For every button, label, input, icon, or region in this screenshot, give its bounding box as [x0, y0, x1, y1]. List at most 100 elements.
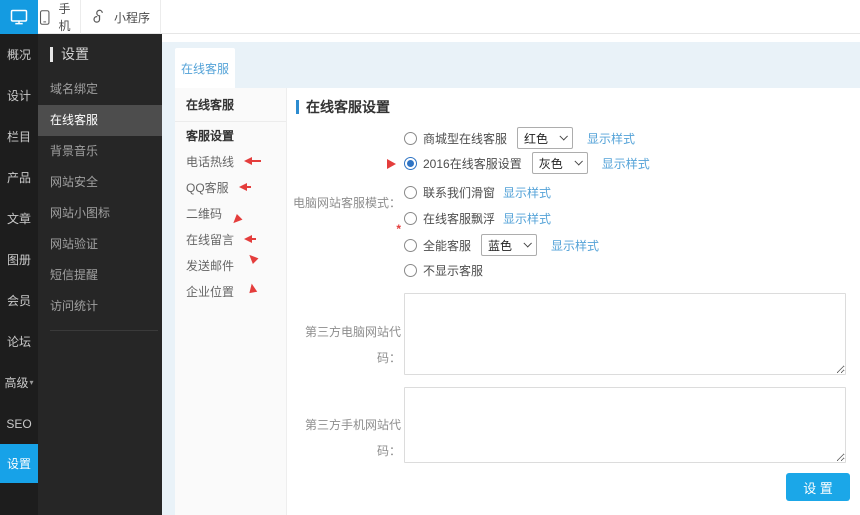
red-up-left-arrow-icon	[246, 251, 259, 265]
color-select-mall[interactable]: 红色	[517, 127, 574, 149]
radio-contact-slide[interactable]	[404, 185, 417, 199]
rail-item-overview[interactable]: 概况	[0, 34, 38, 75]
mobile-code-label: 第三方手机网站代码：	[304, 418, 401, 458]
content-area: 在线客服 在线客服 客服设置 电话热线 QQ客服 二维码 在线留言 发送邮件 企…	[162, 34, 860, 515]
rail-item-forum[interactable]: 论坛	[0, 321, 38, 362]
header-accent-bar	[50, 46, 53, 62]
rail-item-design[interactable]: 设计	[0, 75, 38, 116]
radio-hide-service-label: 不显示客服	[423, 263, 484, 278]
radio-almighty-service[interactable]	[404, 238, 417, 252]
mobile-version-tab[interactable]: 手机	[38, 0, 81, 34]
desktop-version-tab[interactable]	[0, 0, 38, 34]
pc-mode-label-text: 电脑网站客服模式：	[292, 196, 401, 210]
red-left-arrow-icon	[238, 183, 251, 191]
chevron-down-icon	[559, 132, 568, 141]
rail-item-label: 文章	[6, 212, 31, 226]
row-float-service: 在线客服飘浮 显示样式	[404, 205, 551, 231]
submenu-header: 在线客服	[175, 88, 286, 122]
settings-item-sms-reminder[interactable]: 短信提醒	[38, 260, 162, 291]
row-mall-service: 商城型在线客服 红色 显示样式	[404, 125, 635, 151]
radio-2016-service-label: 2016在线客服设置	[423, 156, 522, 171]
submenu-item-qr-code[interactable]: 二维码	[175, 200, 286, 227]
sidebar-divider	[50, 330, 158, 331]
submenu-item-phone-hotline[interactable]: 电话热线	[175, 148, 286, 174]
rail-item-label: 概况	[6, 48, 31, 62]
settings-sidebar: 设置 域名绑定 在线客服 背景音乐 网站安全 网站小图标 网站验证 短信提醒 访…	[38, 34, 162, 515]
rail-item-products[interactable]: 产品	[0, 157, 38, 198]
rail-item-seo[interactable]: SEO	[0, 403, 38, 444]
rail-item-members[interactable]: 会员	[0, 280, 38, 321]
settings-item-visit-statistics[interactable]: 访问统计	[38, 291, 162, 322]
left-gutter	[162, 88, 175, 515]
rail-item-gallery[interactable]: 图册	[0, 239, 38, 280]
red-right-arrow-icon	[387, 159, 396, 169]
rail-item-label: 设计	[6, 89, 31, 103]
red-up-arrow-icon	[247, 282, 258, 294]
row-2016-service: 2016在线客服设置 灰色 显示样式	[387, 150, 650, 176]
row-hide-service: 不显示客服	[404, 257, 483, 283]
submenu-item-send-email[interactable]: 发送邮件	[175, 251, 286, 278]
service-submenu: 在线客服 客服设置 电话热线 QQ客服 二维码 在线留言 发送邮件 企业位置	[175, 88, 287, 515]
rail-item-advanced[interactable]: 高级 ▾	[0, 362, 38, 403]
settings-item-online-service[interactable]: 在线客服	[38, 105, 162, 136]
submenu-item-qq-service[interactable]: QQ客服	[175, 174, 286, 200]
settings-item-favicon[interactable]: 网站小图标	[38, 198, 162, 229]
show-style-link-mall[interactable]: 显示样式	[587, 130, 635, 147]
settings-item-site-verification[interactable]: 网站验证	[38, 229, 162, 260]
radio-2016-service[interactable]	[404, 156, 417, 170]
radio-contact-slide-label: 联系我们滑窗	[423, 185, 496, 200]
show-style-link-float[interactable]: 显示样式	[503, 210, 551, 227]
submenu-item-label: 电话热线	[186, 154, 235, 169]
select-value: 蓝色	[488, 238, 513, 253]
settings-item-domain-binding[interactable]: 域名绑定	[38, 74, 162, 105]
rail-item-columns[interactable]: 栏目	[0, 116, 38, 157]
pc-code-textarea[interactable]	[404, 293, 846, 375]
radio-almighty-service-label: 全能客服	[423, 238, 472, 253]
submenu-item-online-message[interactable]: 在线留言	[175, 226, 286, 252]
show-style-link-almighty[interactable]: 显示样式	[551, 237, 599, 254]
red-left-arrow-icon	[244, 235, 257, 243]
rail-item-label: 图册	[6, 253, 31, 267]
radio-mall-service[interactable]	[404, 131, 417, 145]
miniprogram-tab[interactable]: 小程序	[81, 0, 161, 34]
radio-float-service[interactable]	[404, 211, 417, 225]
required-asterisk: *	[396, 222, 401, 236]
show-style-link-contact[interactable]: 显示样式	[503, 184, 551, 201]
red-left-arrow-icon	[244, 157, 262, 165]
tab-strip: 在线客服	[162, 42, 860, 88]
rail-item-articles[interactable]: 文章	[0, 198, 38, 239]
miniprogram-tab-label: 小程序	[113, 10, 150, 25]
row-almighty-service: 全能客服 蓝色 显示样式	[404, 232, 599, 258]
rail-item-label: 高级	[4, 376, 29, 390]
rail-item-label: 产品	[6, 171, 31, 185]
app-window: 手机 小程序 概况 设计 栏目 产品 文章 图册 会员 论坛 高级 ▾ SEO 设…	[0, 0, 860, 515]
rail-item-settings[interactable]: 设置	[0, 444, 38, 483]
color-select-almighty[interactable]: 蓝色	[481, 234, 538, 256]
mobile-tab-label: 手机	[58, 2, 71, 33]
phone-icon	[39, 9, 50, 25]
rail-item-label: SEO	[6, 416, 32, 431]
settings-item-site-security[interactable]: 网站安全	[38, 167, 162, 198]
page-title: 在线客服设置	[306, 99, 390, 115]
submenu-item-label: 发送邮件	[186, 258, 235, 273]
radio-float-service-label: 在线客服飘浮	[423, 211, 496, 226]
mobile-code-textarea[interactable]	[404, 387, 846, 463]
tab-online-service[interactable]: 在线客服	[175, 48, 235, 88]
submenu-item-service-settings[interactable]: 客服设置	[175, 122, 286, 148]
monitor-icon	[10, 9, 28, 25]
radio-hide-service[interactable]	[404, 263, 417, 277]
settings-sidebar-title: 设置	[61, 46, 89, 62]
show-style-link-2016[interactable]: 显示样式	[602, 155, 650, 172]
page-title-row: 在线客服设置	[296, 97, 390, 117]
submenu-item-label: 企业位置	[186, 284, 235, 299]
submenu-item-company-location[interactable]: 企业位置	[175, 278, 286, 304]
color-select-2016[interactable]: 灰色	[531, 152, 588, 174]
radio-mall-service-label: 商城型在线客服	[423, 131, 508, 146]
submit-settings-button[interactable]: 设 置	[786, 473, 850, 501]
submenu-item-label: QQ客服	[186, 180, 229, 195]
settings-item-background-music[interactable]: 背景音乐	[38, 136, 162, 167]
chevron-down-icon	[523, 239, 532, 248]
pc-mode-label: 电脑网站客服模式： *	[288, 190, 401, 236]
primary-sidebar: 概况 设计 栏目 产品 文章 图册 会员 论坛 高级 ▾ SEO 设置	[0, 34, 38, 515]
topbar: 手机 小程序	[0, 0, 860, 34]
